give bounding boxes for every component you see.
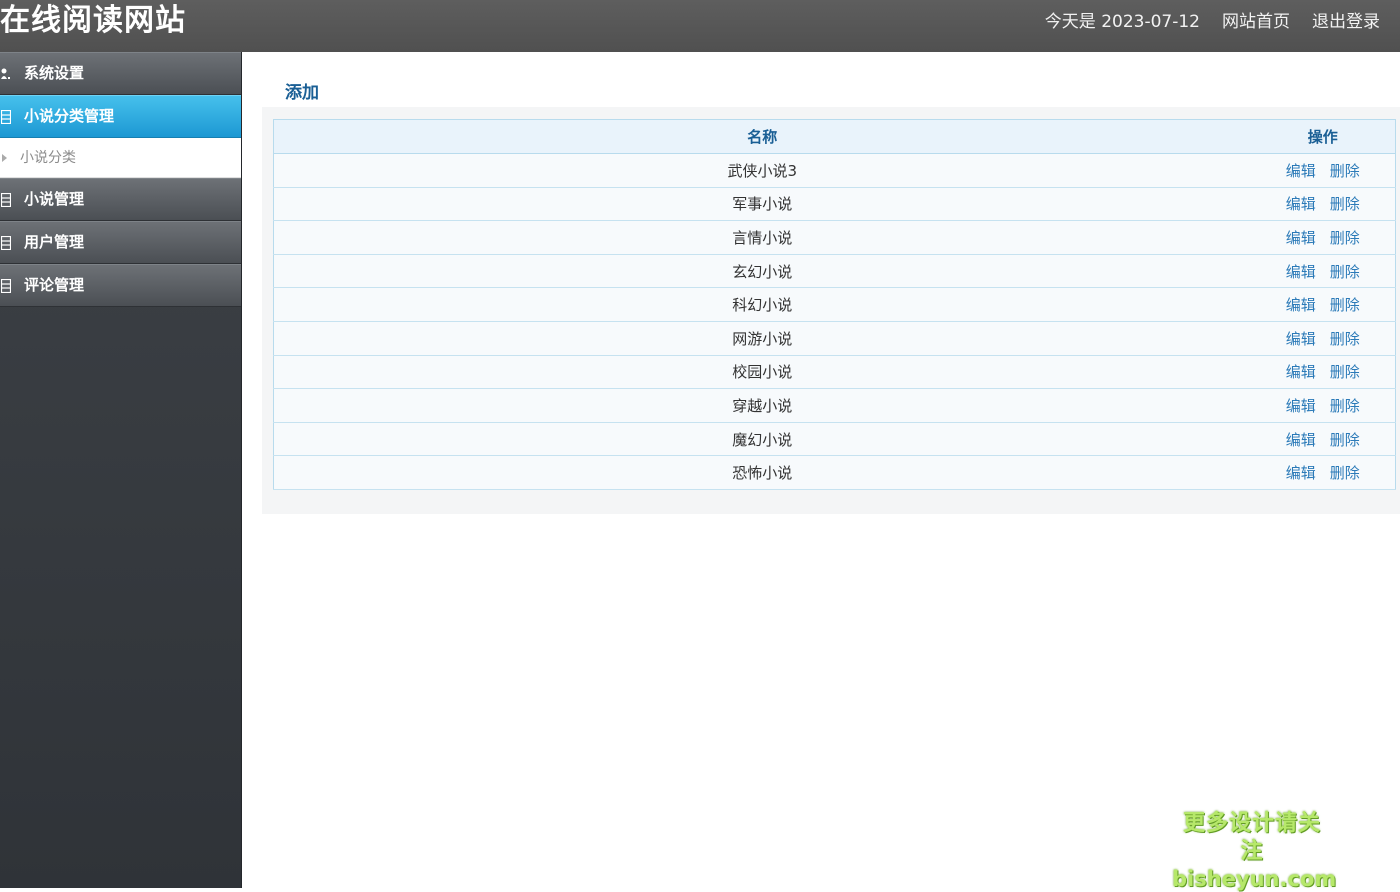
sidebar-item-category-management[interactable]: 小说分类管理 — [0, 95, 241, 138]
delete-button[interactable]: 删除 — [1330, 397, 1360, 415]
table-row: 武侠小说3 编辑 删除 — [272, 153, 1396, 188]
user-icon — [1, 68, 10, 79]
operation-cell: 编辑 删除 — [1250, 253, 1396, 289]
top-header: 在线阅读网站 今天是 2023-07-12 网站首页 退出登录 — [0, 0, 1400, 52]
category-name-cell: 武侠小说3 — [272, 153, 1251, 188]
category-name-cell: 校园小说 — [272, 354, 1251, 390]
table-body: 武侠小说3 编辑 删除 军事小说 编辑 删除 言情小说 编辑 删除 玄幻小说 编辑 删除 科幻小说 编辑删… — [272, 153, 1396, 490]
table-row: 校园小说 编辑 删除 — [272, 354, 1396, 390]
table-row: 科幻小说 编辑 删除 — [272, 287, 1396, 322]
category-name-cell: 玄幻小说 — [272, 253, 1251, 289]
arrow-right-icon — [2, 154, 7, 162]
edit-button[interactable]: 编辑 — [1286, 195, 1316, 213]
edit-button[interactable]: 编辑 — [1286, 162, 1316, 180]
header-right: 今天是 2023-07-12 网站首页 退出登录 — [1045, 0, 1380, 44]
category-table: 名称 操作 武侠小说3 编辑 删除 军事小说 编辑 删除 言情小说 编辑 删除 玄幻小说 编辑 删除科… — [272, 119, 1396, 490]
delete-button[interactable]: 删除 — [1330, 162, 1360, 180]
sidebar-item-label: 小说管理 — [24, 190, 85, 208]
edit-button[interactable]: 编辑 — [1286, 330, 1316, 348]
column-header-name: 名称 — [272, 119, 1251, 154]
sidebar-item-user-management[interactable]: 用户管理 — [0, 221, 241, 264]
operation-cell: 编辑 删除 — [1250, 287, 1396, 322]
delete-button[interactable]: 删除 — [1330, 464, 1360, 482]
sidebar-item-system-settings[interactable]: 系统设置 — [0, 52, 241, 95]
sidebar-subitem-category[interactable]: 小说分类 — [0, 138, 241, 178]
edit-button[interactable]: 编辑 — [1286, 397, 1316, 415]
sidebar-item-comment-management[interactable]: 评论管理 — [0, 264, 241, 307]
operation-cell: 编辑 删除 — [1250, 421, 1396, 457]
category-name-cell: 穿越小说 — [272, 388, 1251, 423]
logout-link[interactable]: 退出登录 — [1312, 0, 1380, 44]
operation-cell: 编辑 删除 — [1250, 320, 1396, 356]
delete-button[interactable]: 删除 — [1330, 363, 1360, 381]
column-header-operation: 操作 — [1250, 119, 1396, 154]
operation-cell: 编辑 删除 — [1250, 186, 1396, 222]
table-row: 恐怖小说 编辑 删除 — [272, 455, 1396, 490]
category-name-cell: 网游小说 — [272, 320, 1251, 356]
table-panel: 名称 操作 武侠小说3 编辑 删除 军事小说 编辑 删除 言情小说 编辑 删除 玄幻小说 编辑 删除科… — [262, 107, 1400, 514]
table-row: 网游小说 编辑 删除 — [272, 320, 1396, 356]
sidebar-item-label: 系统设置 — [24, 64, 85, 82]
edit-button[interactable]: 编辑 — [1286, 431, 1316, 449]
category-name-cell: 军事小说 — [272, 186, 1251, 222]
table-row: 魔幻小说 编辑 删除 — [272, 421, 1396, 457]
sidebar-subitem-label: 小说分类 — [20, 150, 76, 166]
category-name-cell: 科幻小说 — [272, 287, 1251, 322]
edit-button[interactable]: 编辑 — [1286, 363, 1316, 381]
delete-button[interactable]: 删除 — [1330, 296, 1360, 314]
edit-button[interactable]: 编辑 — [1286, 296, 1316, 314]
list-icon — [1, 279, 11, 293]
delete-button[interactable]: 删除 — [1330, 229, 1360, 247]
sidebar-item-label: 小说分类管理 — [24, 107, 115, 125]
sidebar-item-label: 评论管理 — [24, 276, 85, 294]
table-row: 言情小说 编辑 删除 — [272, 220, 1396, 255]
date-text: 今天是 2023-07-12 — [1044, 12, 1200, 32]
site-title: 在线阅读网站 — [0, 3, 186, 38]
category-name-cell: 恐怖小说 — [272, 455, 1251, 490]
operation-cell: 编辑 删除 — [1250, 388, 1396, 423]
delete-button[interactable]: 删除 — [1330, 263, 1360, 281]
table-row: 军事小说 编辑 删除 — [272, 186, 1396, 222]
category-name-cell: 魔幻小说 — [272, 421, 1251, 457]
list-icon — [1, 110, 11, 124]
list-icon — [1, 193, 11, 207]
operation-cell: 编辑 删除 — [1250, 153, 1396, 188]
operation-cell: 编辑 删除 — [1250, 455, 1396, 490]
sidebar: 系统设置 小说分类管理 小说分类 小说管理 用户管理 评论管理 — [0, 52, 242, 888]
delete-button[interactable]: 删除 — [1330, 195, 1360, 213]
table-header-row: 名称 操作 — [272, 119, 1396, 154]
edit-button[interactable]: 编辑 — [1286, 263, 1316, 281]
category-name-cell: 言情小说 — [272, 220, 1251, 255]
home-link[interactable]: 网站首页 — [1222, 0, 1290, 44]
list-icon — [1, 236, 11, 250]
watermark-line2: bisheyun.com — [1172, 867, 1337, 891]
add-button[interactable]: 添加 — [285, 78, 319, 103]
operation-cell: 编辑 删除 — [1250, 354, 1396, 390]
delete-button[interactable]: 删除 — [1330, 431, 1360, 449]
table-row: 穿越小说 编辑 删除 — [272, 388, 1396, 423]
watermark: 更多设计请关注 bisheyun.com — [1172, 810, 1337, 892]
edit-button[interactable]: 编辑 — [1286, 464, 1316, 482]
sidebar-item-label: 用户管理 — [24, 233, 85, 251]
delete-button[interactable]: 删除 — [1330, 330, 1360, 348]
sidebar-item-novel-management[interactable]: 小说管理 — [0, 178, 241, 221]
operation-cell: 编辑 删除 — [1250, 220, 1396, 255]
edit-button[interactable]: 编辑 — [1286, 229, 1316, 247]
watermark-line1: 更多设计请关注 — [1182, 811, 1321, 864]
table-row: 玄幻小说 编辑 删除 — [272, 253, 1396, 289]
